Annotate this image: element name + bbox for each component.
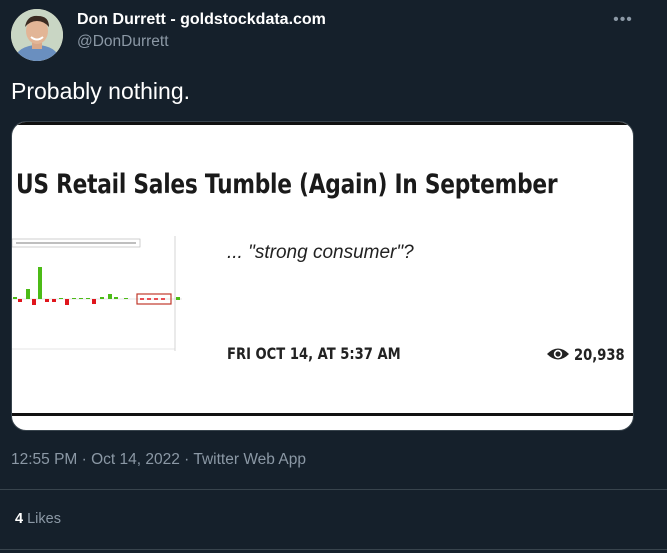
- bar-16: [114, 297, 118, 299]
- bar-1: [13, 297, 17, 299]
- tweet-timestamp[interactable]: 12:55 PM · Oct 14, 2022 · Twitter Web Ap…: [11, 451, 306, 469]
- card-headline: US Retail Sales Tumble (Again) In Septem…: [16, 169, 558, 200]
- bar-13: [92, 299, 96, 304]
- bar-9: [65, 299, 69, 305]
- likes-label: Likes: [23, 511, 61, 527]
- bar-10: [72, 298, 76, 299]
- bar-6: [45, 299, 49, 302]
- more-horizontal-icon: •••: [613, 11, 633, 28]
- profile-photo-icon: [11, 9, 63, 61]
- media-image-card[interactable]: US Retail Sales Tumble (Again) In Septem…: [11, 121, 634, 431]
- bar-17: [124, 298, 128, 299]
- card-subtitle: ... "strong consumer"?: [227, 242, 414, 263]
- more-options-button[interactable]: •••: [610, 12, 636, 28]
- tweet-text: Probably nothing.: [11, 78, 191, 104]
- card-top-border: [12, 122, 633, 125]
- bar-2: [18, 299, 22, 302]
- bar-11: [79, 298, 83, 299]
- bar-15: [108, 294, 112, 299]
- card-date: FRI OCT 14, AT 5:37 AM: [227, 344, 401, 363]
- card-bottom-border: [12, 413, 633, 416]
- likes-count: 4: [15, 511, 24, 527]
- eye-icon: [547, 348, 569, 360]
- retail-sales-thumbnail-chart: [12, 236, 182, 351]
- divider-bottom: [0, 549, 667, 550]
- avatar[interactable]: [11, 9, 63, 61]
- bar-18: [176, 297, 180, 300]
- bar-3: [26, 289, 30, 299]
- bar-12: [86, 298, 90, 299]
- bar-5: [38, 267, 42, 299]
- author-handle[interactable]: @DonDurrett: [77, 33, 169, 51]
- bar-4: [32, 299, 36, 305]
- divider-top: [0, 489, 667, 490]
- bar-8: [59, 298, 63, 299]
- bar-7: [52, 299, 56, 302]
- bar-14: [100, 297, 104, 299]
- views-count: 20,938: [574, 344, 625, 364]
- card-views: 20,938: [546, 344, 633, 364]
- likes-link[interactable]: 4 Likes: [15, 511, 61, 527]
- author-display-name[interactable]: Don Durrett - goldstockdata.com: [77, 11, 326, 29]
